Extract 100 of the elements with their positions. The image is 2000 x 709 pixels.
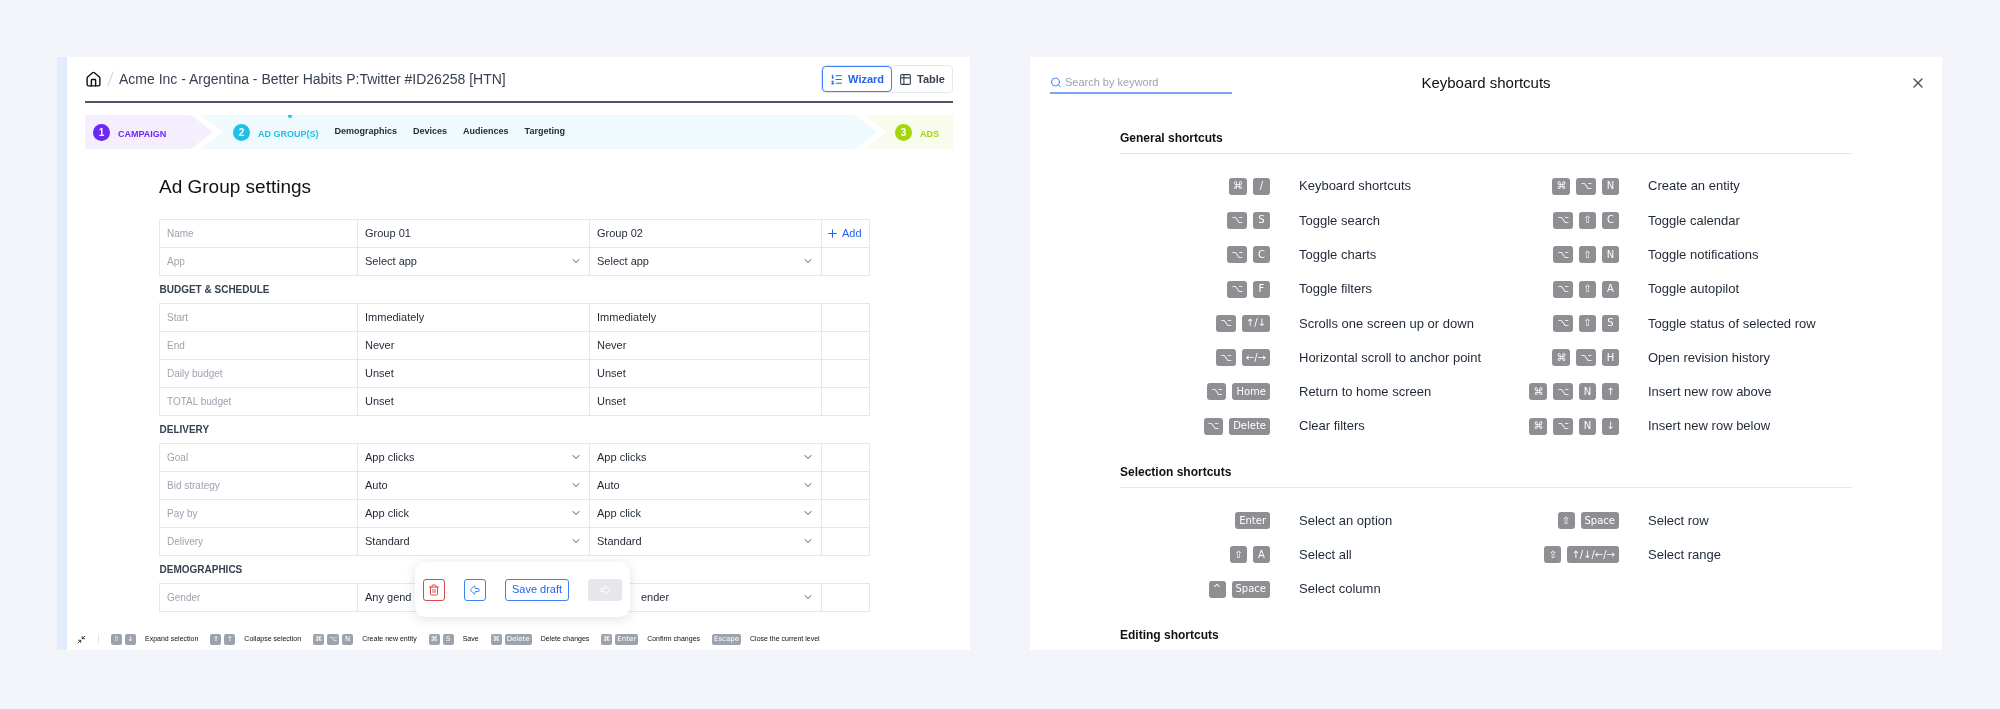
- select-field[interactable]: Auto: [589, 471, 822, 499]
- shortcut-description: Scrolls one screen up or down: [1299, 314, 1474, 333]
- row-label: Bid strategy: [159, 471, 358, 499]
- back-button[interactable]: [463, 578, 486, 601]
- table-cell: Never: [589, 331, 822, 359]
- delete-button[interactable]: [422, 578, 445, 601]
- substep-link[interactable]: Devices: [413, 125, 448, 139]
- shortcut-description: Toggle charts: [1299, 246, 1377, 264]
- key-cap: A: [1602, 280, 1619, 298]
- substep-link[interactable]: Demographics: [334, 125, 398, 139]
- key-cap: ⌥: [1553, 280, 1573, 298]
- key-cap: ↓: [1602, 417, 1619, 435]
- key-cap: ⌥: [1553, 417, 1573, 435]
- row-label: Goal: [159, 443, 358, 471]
- key-cap: F: [1253, 280, 1270, 298]
- select-field[interactable]: Select app: [589, 247, 822, 275]
- key-cap: ⌥: [1553, 383, 1573, 401]
- substep-link[interactable]: Audiences: [463, 125, 509, 139]
- table-cell: Unset: [357, 359, 590, 387]
- key-cap: /: [1253, 177, 1270, 195]
- key-cap: ⌥: [1576, 349, 1596, 367]
- section-title: General shortcuts: [1120, 129, 1852, 154]
- key-cap: ⇧: [1579, 211, 1596, 229]
- section-heading: BUDGET & SCHEDULE: [159, 275, 870, 303]
- home-icon[interactable]: [85, 70, 102, 88]
- shortcut-description: Select all: [1299, 546, 1352, 565]
- view-tab[interactable]: Wizard: [822, 66, 893, 92]
- dialog-title: Keyboard shortcuts: [1421, 72, 1551, 93]
- step-number: 1: [93, 123, 110, 141]
- key-cap: ⌥: [1203, 417, 1224, 435]
- key-cap: ^: [1208, 580, 1226, 598]
- table-icon: [899, 72, 913, 86]
- select-field[interactable]: Auto: [357, 471, 590, 499]
- shortcut-description: Select an option: [1299, 511, 1393, 530]
- key-cap: ⌥: [1216, 314, 1236, 332]
- table-cell: Group 01: [357, 219, 590, 247]
- key-cap: ⌘: [1229, 177, 1247, 195]
- step-label: ADS: [920, 129, 939, 139]
- shortcut-description: Insert new row above: [1648, 383, 1772, 402]
- table-cell: Unset: [589, 387, 822, 415]
- key-cap: ⌥: [1227, 280, 1247, 298]
- shortcut-description: Select row: [1648, 511, 1709, 530]
- shortcut-description: Create an entity: [1648, 177, 1740, 196]
- key-cap: N: [1602, 246, 1619, 264]
- key-cap: ⌥: [1553, 314, 1573, 332]
- key-cap: ⌘: [1529, 383, 1548, 401]
- key-cap: Home: [1232, 383, 1270, 401]
- key-cap: ⌘: [1529, 417, 1548, 435]
- select-field[interactable]: Standard: [357, 527, 590, 555]
- shortcut-description: Toggle status of selected row: [1648, 314, 1816, 333]
- select-field[interactable]: App clicks: [589, 443, 822, 471]
- table-cell: Group 02: [589, 219, 822, 247]
- table-cell: Immediately: [589, 303, 822, 331]
- table-cell: Never: [357, 331, 590, 359]
- row-label: Pay by: [159, 499, 358, 527]
- key-cap: ⌥: [1227, 211, 1247, 229]
- key-cap: S: [1253, 211, 1270, 229]
- wizard-step[interactable]: 1 CAMPAIGN: [85, 115, 213, 149]
- key-cap: ⇧: [1557, 512, 1575, 529]
- page-heading: Ad Group settings: [159, 175, 313, 199]
- shortcut-description: Toggle calendar: [1648, 211, 1740, 230]
- key-cap: ⌥: [1227, 246, 1247, 264]
- wizard-step[interactable]: 2 AD GROUP(S) Demographics Devices Audiences Targeting: [201, 115, 877, 149]
- key-cap: ⌥: [1216, 349, 1236, 367]
- shortcut-description: Open revision history: [1648, 348, 1771, 367]
- breadcrumb-title: Acme Inc - Argentina - Better Habits P:Twitter #ID26258 [HTN]: [119, 69, 506, 89]
- arrow-left-icon: [468, 583, 481, 596]
- shortcut-description: Horizontal scroll to anchor point: [1299, 348, 1482, 367]
- shortcut-description: Toggle autopilot: [1648, 280, 1740, 299]
- select-field[interactable]: App click: [357, 499, 590, 527]
- section-title: Editing shortcuts: [1120, 626, 1852, 650]
- view-tab[interactable]: Table: [892, 66, 952, 92]
- key-cap: ⌥: [1553, 211, 1573, 229]
- save-draft-button[interactable]: Save draft: [504, 578, 570, 601]
- step-label: AD GROUP(S): [258, 129, 319, 139]
- select-field[interactable]: App click: [589, 499, 822, 527]
- search-field[interactable]: Search by keyword: [1064, 73, 1232, 91]
- key-cap: ⇧: [1579, 246, 1596, 264]
- select-field[interactable]: Standard: [589, 527, 822, 555]
- key-cap: C: [1253, 246, 1270, 264]
- step-label: CAMPAIGN: [118, 129, 167, 139]
- shortcut-description: Select range: [1648, 546, 1721, 565]
- collapse-icon[interactable]: [77, 634, 86, 644]
- key-cap: Enter: [1235, 512, 1270, 529]
- key-cap: Space: [1580, 512, 1619, 529]
- plus-icon: [826, 226, 839, 240]
- select-field[interactable]: App clicks: [357, 443, 590, 471]
- key-cap: A: [1253, 546, 1270, 564]
- key-cap: Space: [1231, 580, 1270, 598]
- shortcut-description: Insert new row below: [1648, 417, 1771, 436]
- key-cap: N: [1602, 177, 1619, 195]
- row-label: Daily budget: [159, 359, 358, 387]
- key-cap: ⇧: [1544, 546, 1562, 564]
- substep-link[interactable]: Targeting: [524, 125, 565, 139]
- shortcut-description: Toggle filters: [1299, 280, 1372, 299]
- section-title: Selection shortcuts: [1120, 463, 1852, 489]
- key-cap: ⌥: [1553, 246, 1573, 264]
- select-field[interactable]: Select app: [357, 247, 590, 275]
- key-cap: ↑/↓: [1241, 314, 1270, 332]
- table-cell: Unset: [589, 359, 822, 387]
